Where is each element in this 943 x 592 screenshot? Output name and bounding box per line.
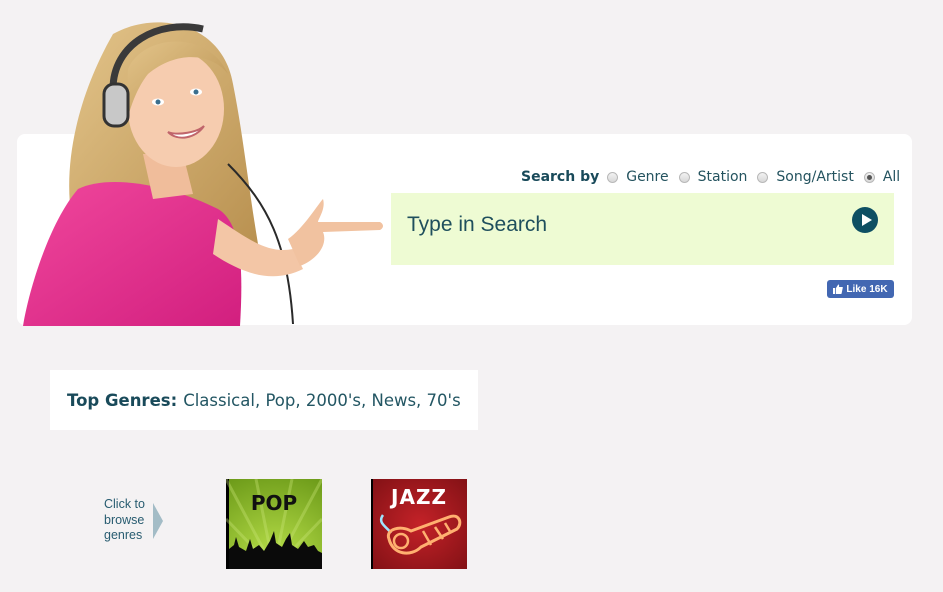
radio-station-label[interactable]: Station (698, 169, 748, 185)
radio-song-artist[interactable] (757, 171, 769, 183)
genre-tile-jazz[interactable]: JAZZ (371, 479, 467, 569)
search-by-group: Search by Genre Station Song/Artist All (521, 168, 900, 186)
search-input[interactable] (405, 209, 839, 241)
browse-genres-hint: Click to browse genres (104, 497, 145, 542)
genre-tile-jazz-label: JAZZ (391, 485, 447, 509)
radio-all[interactable] (863, 171, 875, 183)
radio-genre-label[interactable]: Genre (626, 169, 668, 185)
search-by-label: Search by (521, 169, 600, 185)
search-box (391, 193, 894, 265)
top-genres-list[interactable]: Classical, Pop, 2000's, News, 70's (183, 391, 461, 410)
radio-all-label[interactable]: All (883, 169, 900, 185)
radio-station[interactable] (678, 171, 690, 183)
radio-song-artist-label[interactable]: Song/Artist (776, 169, 853, 185)
facebook-like-button[interactable]: Like 16K (827, 280, 894, 298)
genre-tile-pop[interactable]: POP (226, 479, 322, 569)
facebook-like-label: Like 16K (846, 283, 888, 295)
top-genres-label: Top Genres: (67, 390, 178, 410)
radio-genre[interactable] (607, 171, 619, 183)
hero-image (23, 22, 383, 326)
search-go-button[interactable] (852, 207, 878, 233)
thumbs-up-icon (833, 284, 844, 294)
genre-tile-pop-label: POP (250, 491, 298, 515)
chevron-right-icon (153, 503, 163, 539)
top-genres-box: Top Genres: Classical, Pop, 2000's, News… (50, 370, 478, 430)
